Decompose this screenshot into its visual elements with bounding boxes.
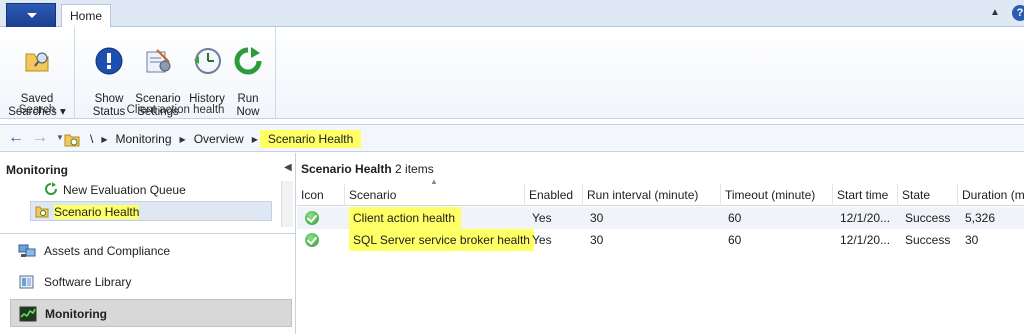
tree-item-label: Scenario Health <box>54 205 140 219</box>
cell-scenario: Client action health <box>349 207 462 229</box>
tree-item-label: New Evaluation Queue <box>63 183 186 197</box>
results-count: 2 items <box>395 162 434 176</box>
column-header-duration[interactable]: Duration (m <box>957 184 1024 206</box>
workspace-label: Assets and Compliance <box>44 244 171 258</box>
tree-scrollbar[interactable] <box>281 181 293 227</box>
cell-state: Success <box>905 211 951 225</box>
cell-scenario: SQL Server service broker health <box>349 229 534 251</box>
computers-icon <box>18 244 36 257</box>
file-menu-button[interactable] <box>6 3 56 27</box>
success-status-icon <box>305 233 319 247</box>
results-pane: Scenario Health 2 items Icon Scenario En… <box>297 153 1024 334</box>
column-header-timeout[interactable]: Timeout (minute) <box>720 184 832 206</box>
table-row[interactable]: Client action health Yes 30 60 12/1/20..… <box>297 207 1024 229</box>
sort-ascending-icon: ▲ <box>430 177 438 186</box>
cell-enabled: Yes <box>532 233 552 247</box>
minimize-ribbon-icon[interactable]: ▲ <box>990 7 1000 18</box>
back-arrow-icon[interactable]: ← <box>6 129 26 149</box>
monitoring-folder-icon <box>35 206 49 218</box>
column-header-start-time[interactable]: Start time <box>832 184 897 206</box>
cell-start-time: 12/1/20... <box>840 233 891 247</box>
workspace-label: Monitoring <box>45 307 107 321</box>
ribbon-group-label-client-action-health: Client action health <box>126 104 225 116</box>
column-header-enabled[interactable]: Enabled <box>524 184 582 206</box>
address-bar: ← → ▼ \ ▶ Monitoring ▶ Overview ▶ Scenar… <box>0 124 1024 152</box>
divider <box>0 233 296 234</box>
tree-item-new-evaluation-queue[interactable]: New Evaluation Queue <box>44 180 186 200</box>
cell-run-interval: 30 <box>590 233 604 247</box>
workspace-label: Software Library <box>44 275 132 289</box>
history-button[interactable]: History <box>184 33 230 106</box>
table-row[interactable]: SQL Server service broker health Yes 30 … <box>297 229 1024 251</box>
column-header-state[interactable]: State <box>897 184 957 206</box>
breadcrumb-root[interactable]: \ <box>84 132 99 146</box>
tree-item-scenario-health[interactable]: Scenario Health <box>30 201 272 221</box>
info-icon <box>95 47 123 75</box>
column-header-scenario[interactable]: Scenario <box>344 184 524 206</box>
monitoring-chart-icon <box>19 306 37 322</box>
cell-start-time: 12/1/20... <box>840 211 891 225</box>
column-header-icon[interactable]: Icon <box>297 184 344 206</box>
settings-icon <box>146 49 171 73</box>
ribbon: Saved Searches ▾ Search Show Status Scen… <box>0 27 1024 119</box>
breadcrumb-separator-icon: ▶ <box>251 134 258 144</box>
cell-duration: 5,326 <box>965 211 996 225</box>
cell-enabled: Yes <box>532 211 552 225</box>
ribbon-group-search: Saved Searches ▾ Search <box>0 27 75 119</box>
ribbon-group-client-action-health: Show Status Scenario Settings History Ru… <box>76 27 276 119</box>
grid-header: Icon Scenario Enabled Run interval (minu… <box>297 184 1024 206</box>
folder-search-icon <box>25 52 49 72</box>
refresh-run-icon <box>234 47 262 75</box>
workspace-software-library[interactable]: Software Library <box>10 268 292 296</box>
navigation-pane-title: Monitoring <box>6 163 68 177</box>
history-clock-icon <box>194 48 221 74</box>
collapse-pane-icon[interactable]: ◀ <box>284 162 292 173</box>
breadcrumb-scenario-health[interactable]: Scenario Health <box>259 130 362 148</box>
column-header-run-interval[interactable]: Run interval (minute) <box>582 184 720 206</box>
help-icon[interactable]: ? <box>1012 5 1024 21</box>
breadcrumb-overview[interactable]: Overview <box>188 132 250 146</box>
results-title-text: Scenario Health <box>301 162 392 176</box>
workspace-assets-and-compliance[interactable]: Assets and Compliance <box>10 237 292 265</box>
success-status-icon <box>305 211 319 225</box>
results-title: Scenario Health 2 items <box>301 162 434 176</box>
cell-run-interval: 30 <box>590 211 604 225</box>
cell-duration: 30 <box>965 233 979 247</box>
refresh-icon <box>45 182 57 195</box>
navigation-pane: Monitoring ◀ New Evaluation Queue Scenar… <box>0 153 296 334</box>
library-icon <box>19 275 34 289</box>
breadcrumb: \ ▶ Monitoring ▶ Overview ▶ Scenario Hea… <box>84 127 362 151</box>
cell-timeout: 60 <box>728 233 742 247</box>
breadcrumb-separator-icon: ▶ <box>101 134 108 144</box>
cell-timeout: 60 <box>728 211 742 225</box>
forward-arrow-icon[interactable]: → <box>30 129 50 149</box>
breadcrumb-monitoring[interactable]: Monitoring <box>110 132 178 146</box>
tab-home[interactable]: Home <box>61 4 111 28</box>
breadcrumb-separator-icon: ▶ <box>179 134 186 144</box>
workspace-monitoring[interactable]: Monitoring <box>10 299 292 327</box>
ribbon-group-label-search: Search <box>18 104 56 116</box>
cell-state: Success <box>905 233 951 247</box>
monitoring-folder-icon <box>64 134 80 147</box>
ribbon-tab-bar: Home ▲ ? <box>0 0 1024 28</box>
